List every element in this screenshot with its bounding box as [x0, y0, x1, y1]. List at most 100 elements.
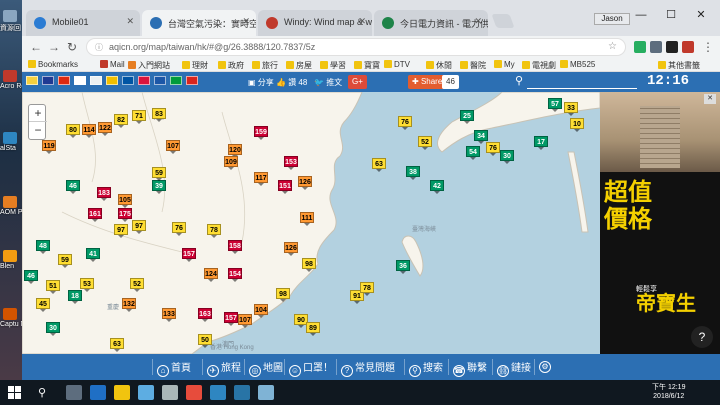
aqi-marker[interactable]: 38 — [406, 166, 420, 180]
maximize-button[interactable]: ☐ — [656, 6, 686, 26]
aqi-marker[interactable]: 151 — [278, 180, 292, 194]
nav-item[interactable]: ? 常見問題 — [336, 359, 395, 377]
bookmark-star-icon[interactable]: ☆ — [608, 41, 617, 52]
aqi-marker[interactable]: 153 — [284, 156, 298, 170]
aqi-marker[interactable]: 48 — [36, 240, 50, 254]
back-icon[interactable]: ← — [28, 39, 44, 55]
bookmark-item[interactable]: 入門網站 — [128, 60, 170, 71]
extension-icon[interactable] — [634, 41, 646, 53]
minimize-button[interactable]: — — [626, 6, 656, 26]
brazil-flag[interactable] — [170, 76, 182, 85]
aqi-marker[interactable]: 53 — [80, 278, 94, 292]
extension-icon[interactable] — [650, 41, 662, 53]
extension-icon[interactable] — [682, 41, 694, 53]
tab-close-icon[interactable]: ✕ — [126, 16, 134, 27]
nav-item[interactable]: ⌂ 首頁 — [152, 359, 191, 377]
tab-close-icon[interactable]: ✕ — [242, 16, 250, 27]
bookmark-item[interactable]: My — [494, 60, 515, 69]
file-explorer-icon[interactable] — [114, 385, 130, 400]
bookmark-item[interactable]: 房屋 — [286, 60, 312, 71]
korea-flag[interactable] — [90, 76, 102, 85]
bookmark-item[interactable]: Bookmarks — [28, 60, 78, 69]
aqi-marker[interactable]: 133 — [162, 308, 176, 322]
aqi-marker[interactable]: 25 — [460, 110, 474, 124]
bookmark-item[interactable]: 其他書籤 — [658, 60, 700, 71]
desktop-icon[interactable]: Blen — [0, 250, 22, 270]
aqi-marker[interactable]: 157 — [224, 312, 238, 326]
aqi-marker[interactable]: 97 — [132, 220, 146, 234]
reload-icon[interactable]: ↻ — [64, 39, 80, 55]
fb-like-button[interactable]: 👍 讚 48 — [272, 75, 311, 89]
aqi-marker[interactable]: 30 — [46, 322, 60, 336]
bookmark-item[interactable]: DTV — [384, 60, 410, 69]
aqi-marker[interactable]: 42 — [430, 180, 444, 194]
advertisement[interactable]: ✕ 超值價格 輕鬆享 帝寶生 ? — [600, 92, 720, 354]
aqi-marker[interactable]: 163 — [198, 308, 212, 322]
aqi-marker[interactable]: 50 — [198, 334, 212, 348]
bookmark-item[interactable]: MB525 — [560, 60, 595, 69]
aqi-marker[interactable]: 18 — [68, 290, 82, 304]
bookmark-item[interactable]: 寶寶 — [354, 60, 380, 71]
spain-flag[interactable] — [106, 76, 118, 85]
aqi-marker[interactable]: 30 — [500, 150, 514, 164]
aqi-marker[interactable]: 117 — [254, 172, 268, 186]
poland-flag[interactable] — [138, 76, 150, 85]
ad-close-icon[interactable]: ✕ — [704, 94, 716, 104]
bookmark-item[interactable]: 電視劇 — [522, 60, 556, 71]
aqi-marker[interactable]: 82 — [114, 114, 128, 128]
onedrive-icon[interactable] — [258, 385, 274, 400]
aqi-marker[interactable]: 63 — [372, 158, 386, 172]
nav-item[interactable]: ☺ 口罩！ — [284, 359, 333, 377]
vietnam-flag[interactable] — [186, 76, 198, 85]
aqi-marker[interactable]: 45 — [36, 298, 50, 312]
desktop-icon[interactable]: 資源回 — [0, 10, 22, 33]
aqi-marker[interactable]: 10 — [570, 118, 584, 132]
aqi-marker[interactable]: 76 — [172, 222, 186, 236]
extension-icon[interactable] — [666, 41, 678, 53]
task-view-icon[interactable] — [66, 385, 82, 400]
aqi-marker[interactable]: 119 — [42, 140, 56, 154]
russia-flag[interactable] — [154, 76, 166, 85]
aqi-marker[interactable]: 34 — [474, 130, 488, 144]
myanmar-flag[interactable] — [26, 76, 38, 85]
browser-tab[interactable]: 今日電力資訊 - 電力供應✕ — [374, 10, 488, 36]
zoom-out-button[interactable]: − — [29, 122, 47, 139]
aqi-marker[interactable]: 76 — [486, 142, 500, 156]
aqi-marker[interactable]: 98 — [276, 288, 290, 302]
profile-chip[interactable]: Jason — [594, 13, 630, 25]
aqi-marker[interactable]: 124 — [204, 268, 218, 282]
nav-item[interactable]: ⛓ 鏈接 — [492, 359, 531, 377]
aqi-marker[interactable]: 33 — [564, 102, 578, 116]
desktop-icon[interactable]: alSta — [0, 132, 22, 152]
aqi-marker[interactable]: 76 — [398, 116, 412, 130]
info-icon[interactable]: ⓘ — [95, 42, 103, 53]
aqi-marker[interactable]: 51 — [46, 280, 60, 294]
aqi-marker[interactable]: 126 — [298, 176, 312, 190]
aqi-marker[interactable]: 52 — [418, 136, 432, 150]
windows-start-icon[interactable] — [8, 386, 21, 399]
aqi-marker[interactable]: 54 — [466, 146, 480, 160]
aqi-marker[interactable]: 107 — [166, 140, 180, 154]
gplus-button[interactable]: G+ — [348, 75, 367, 89]
aqi-marker[interactable]: 46 — [24, 270, 38, 284]
aqi-marker[interactable]: 104 — [254, 304, 268, 318]
aqi-marker[interactable]: 46 — [66, 180, 80, 194]
aqi-marker[interactable]: 111 — [300, 212, 314, 226]
browser-tab[interactable]: Mobile01 ✕ — [26, 10, 140, 36]
bookmark-item[interactable]: 理財 — [182, 60, 208, 71]
aqi-marker[interactable]: 80 — [66, 124, 80, 138]
nav-item[interactable]: ✈ 旅程 — [202, 359, 241, 377]
uk-flag[interactable] — [42, 76, 54, 85]
new-tab-button[interactable] — [491, 14, 515, 28]
nav-item[interactable]: ◎ 地圖 — [244, 359, 283, 377]
desktop-icon[interactable]: Captu NX-D — [0, 308, 22, 328]
aqi-marker[interactable]: 114 — [82, 124, 96, 138]
aqi-marker[interactable]: 154 — [228, 268, 242, 282]
tab-close-icon[interactable]: ✕ — [358, 16, 366, 27]
nav-item[interactable]: ☎ 聯繫 — [448, 359, 487, 377]
bookmark-item[interactable]: 政府 — [218, 60, 244, 71]
zoom-in-button[interactable]: + — [29, 105, 47, 122]
nav-item[interactable]: ⚙ — [534, 359, 553, 375]
aqi-marker[interactable]: 122 — [98, 122, 112, 136]
china-flag[interactable] — [58, 76, 70, 85]
